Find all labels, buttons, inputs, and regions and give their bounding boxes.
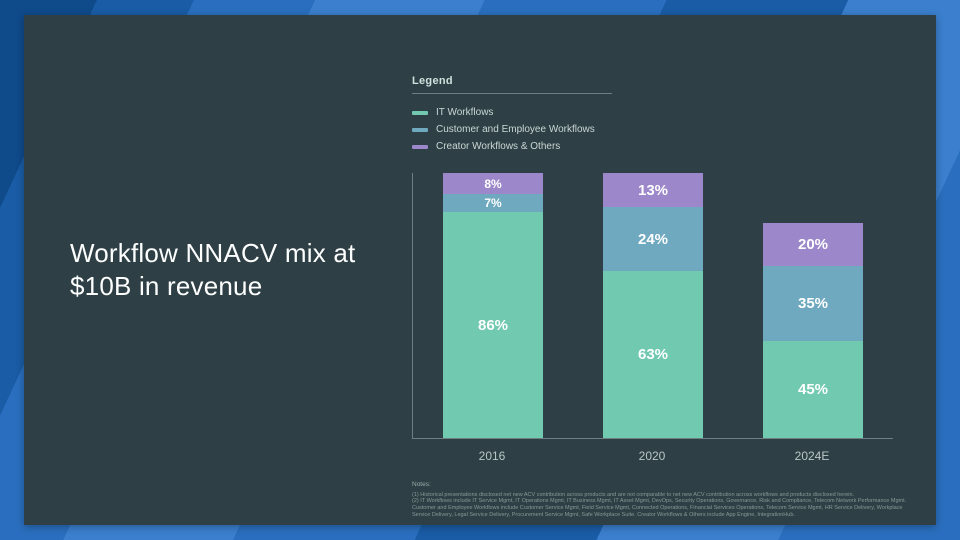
seg-2016-cr: 8% xyxy=(443,173,543,194)
legend-item-cr: Creator Workflows & Others xyxy=(412,138,907,155)
seg-2024e-ce: 35% xyxy=(763,266,863,341)
footnote-1: (1) Historical presentations disclosed n… xyxy=(412,492,917,499)
title-block: Workflow NNACV mix at $10B in revenue xyxy=(70,237,380,302)
slide-title: Workflow NNACV mix at $10B in revenue xyxy=(70,237,380,302)
bar-2024e: 20% 35% 45% xyxy=(763,173,863,438)
seg-2024e-it: 45% xyxy=(763,341,863,438)
x-axis-labels: 2016 2020 2024E xyxy=(412,449,892,463)
chart-area: Legend IT Workflows Customer and Employe… xyxy=(412,75,907,500)
swatch-it-icon xyxy=(412,111,428,115)
bar-2020: 13% 24% 63% xyxy=(603,173,703,438)
plot-area: 8% 7% 86% 13% 24% 63% 20% 35% 45% xyxy=(412,173,893,439)
legend-heading: Legend xyxy=(412,75,907,87)
seg-2016-ce: 7% xyxy=(443,194,543,212)
slide: Workflow NNACV mix at $10B in revenue Le… xyxy=(24,15,936,525)
footnotes: Notes: (1) Historical presentations disc… xyxy=(412,481,917,519)
legend-item-it: IT Workflows xyxy=(412,104,907,121)
swatch-cr-icon xyxy=(412,145,428,149)
legend-item-ce: Customer and Employee Workflows xyxy=(412,121,907,138)
footnote-2: (2) IT Workflows include IT Service Mgmt… xyxy=(412,498,917,519)
legend-label-it: IT Workflows xyxy=(436,104,493,121)
footnotes-heading: Notes: xyxy=(412,481,917,489)
seg-2020-cr: 13% xyxy=(603,173,703,207)
seg-2016-it: 86% xyxy=(443,212,543,438)
seg-2024e-cr: 20% xyxy=(763,223,863,266)
swatch-ce-icon xyxy=(412,128,428,132)
xlabel-2016: 2016 xyxy=(442,449,542,463)
legend-label-ce: Customer and Employee Workflows xyxy=(436,121,595,138)
seg-2020-ce: 24% xyxy=(603,207,703,271)
xlabel-2024e: 2024E xyxy=(762,449,862,463)
bar-2016: 8% 7% 86% xyxy=(443,173,543,438)
legend-label-cr: Creator Workflows & Others xyxy=(436,138,560,155)
xlabel-2020: 2020 xyxy=(602,449,702,463)
seg-2020-it: 63% xyxy=(603,271,703,438)
legend-list: IT Workflows Customer and Employee Workf… xyxy=(412,104,907,155)
legend-divider xyxy=(412,93,612,94)
